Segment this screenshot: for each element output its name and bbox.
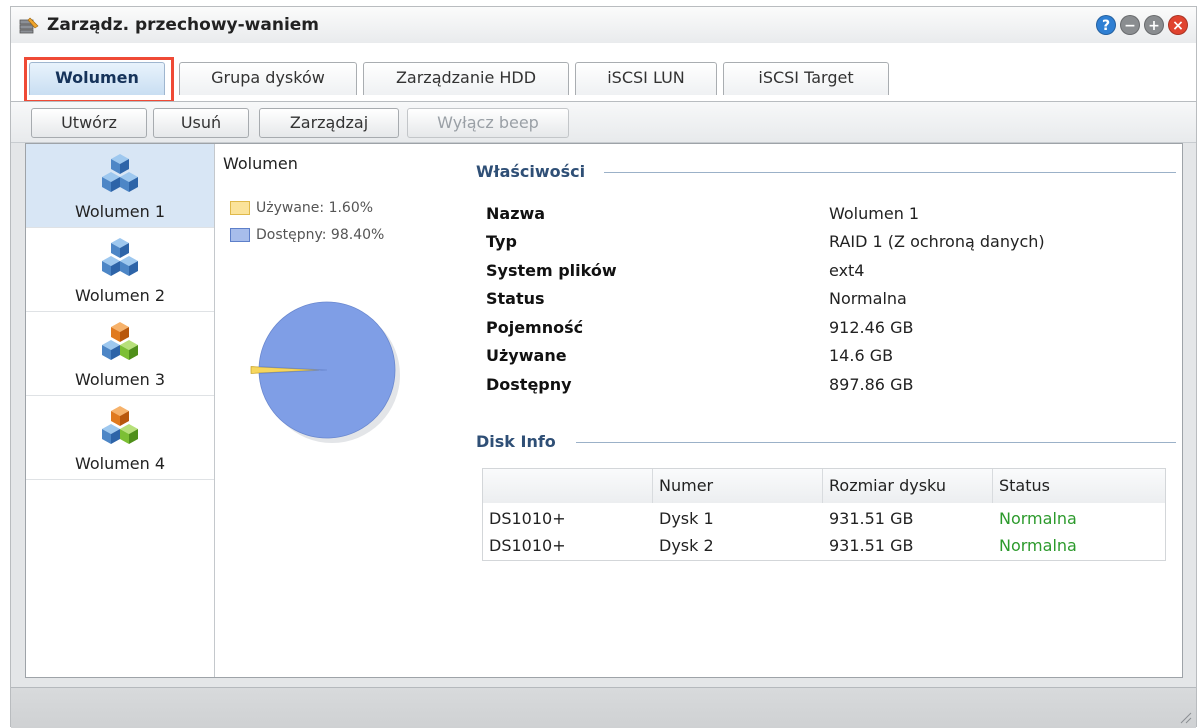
prop-val-dostepny: 897.86 GB [829, 375, 914, 394]
prop-key-pojemnosc: Pojemność [486, 318, 584, 337]
status-bar [11, 687, 1196, 728]
prop-val-typ: RAID 1 (Z ochroną danych) [829, 232, 1045, 251]
prop-key-system-plikow: System plików [486, 261, 617, 280]
blue-cubes-icon [102, 154, 138, 192]
prop-val-uzywane: 14.6 GB [829, 346, 894, 365]
cell-status: Normalna [999, 509, 1077, 528]
cell-device: DS1010+ [489, 536, 566, 555]
legend-swatch-used [230, 201, 250, 215]
prop-key-status: Status [486, 289, 545, 308]
legend-swatch-free [230, 228, 250, 242]
legend-used: Używane: 1.60% [230, 200, 373, 216]
volume-label-2: Wolumen 2 [74, 286, 166, 305]
cell-device: DS1010+ [489, 509, 566, 528]
volume-label-3: Wolumen 3 [74, 370, 166, 389]
highlight-annotation [24, 57, 174, 103]
properties-section-title: Właściwości [476, 162, 586, 181]
toolbar: Utwórz Usuń Zarządzaj Wyłącz beep [11, 101, 1196, 143]
prop-val-status: Normalna [829, 289, 907, 308]
table-header-rozmiar[interactable]: Rozmiar dysku [823, 469, 993, 503]
manage-button[interactable]: Zarządzaj [259, 108, 399, 138]
prop-val-pojemnosc: 912.46 GB [829, 318, 914, 337]
prop-key-typ: Typ [486, 232, 517, 251]
cell-size: 931.51 GB [829, 509, 914, 528]
content-panel: Wolumen 1 Wolumen 2 Wolumen 3 Wolumen 4 … [25, 143, 1183, 678]
minimize-icon[interactable]: − [1120, 15, 1140, 35]
table-header-status[interactable]: Status [993, 469, 1165, 503]
volume-label-4: Wolumen 4 [74, 454, 166, 473]
storage-manager-icon [19, 17, 39, 34]
usage-pie-chart [250, 301, 400, 443]
tab-grupa-dyskow[interactable]: Grupa dysków [179, 62, 357, 95]
window-title: Zarządz. przechowy-waniem [47, 15, 320, 35]
disk-info-section-title: Disk Info [476, 432, 556, 451]
prop-val-nazwa: Wolumen 1 [829, 204, 920, 223]
properties-divider [604, 172, 1176, 173]
color-cubes-icon [102, 322, 138, 360]
volume-label-1: Wolumen 1 [74, 202, 166, 221]
volume-list: Wolumen 1 Wolumen 2 Wolumen 3 Wolumen 4 [26, 144, 215, 677]
prop-val-system-plikow: ext4 [829, 261, 865, 280]
volume-item-4[interactable]: Wolumen 4 [26, 396, 214, 480]
tab-iscsi-lun[interactable]: iSCSI LUN [575, 62, 717, 95]
prop-key-nazwa: Nazwa [486, 204, 546, 223]
disable-beep-button[interactable]: Wyłącz beep [407, 108, 569, 138]
volume-item-3[interactable]: Wolumen 3 [26, 312, 214, 396]
table-row[interactable]: DS1010+ Dysk 2 931.51 GB Normalna [483, 531, 1165, 559]
properties-panel: Właściwości Nazwa Wolumen 1 Typ RAID 1 (… [476, 144, 1176, 677]
cell-number: Dysk 1 [659, 509, 714, 528]
cell-status: Normalna [999, 536, 1077, 555]
storage-manager-window: Zarządz. przechowy-waniem ? − + × Wolume… [10, 6, 1197, 728]
prop-key-dostepny: Dostępny [486, 375, 572, 394]
tab-zarzadzanie-hdd[interactable]: Zarządzanie HDD [363, 62, 569, 95]
tab-iscsi-target[interactable]: iSCSI Target [723, 62, 889, 95]
color-cubes-icon [102, 406, 138, 444]
disk-info-table: Numer Rozmiar dysku Status DS1010+ Dysk … [482, 468, 1166, 561]
legend-used-label: Używane: 1.60% [256, 200, 374, 216]
prop-key-uzywane: Używane [486, 346, 567, 365]
resize-grip-icon[interactable] [1178, 710, 1192, 724]
create-button[interactable]: Utwórz [31, 108, 147, 138]
table-header-numer[interactable]: Numer [653, 469, 823, 503]
disk-info-divider [576, 442, 1176, 443]
tab-bar: Wolumen Grupa dysków Zarządzanie HDD iSC… [11, 43, 1196, 101]
legend-free-label: Dostępny: 98.40% [256, 227, 385, 243]
usage-chart-panel: Wolumen Używane: 1.60% Dostępny: 98.40% [215, 144, 455, 677]
table-row[interactable]: DS1010+ Dysk 1 931.51 GB Normalna [483, 503, 1165, 531]
cell-number: Dysk 2 [659, 536, 714, 555]
title-bar[interactable]: Zarządz. przechowy-waniem ? − + × [11, 7, 1196, 44]
window-controls: ? − + × [1096, 15, 1188, 35]
volume-item-1[interactable]: Wolumen 1 [26, 144, 214, 228]
delete-button[interactable]: Usuń [153, 108, 249, 138]
volume-item-2[interactable]: Wolumen 2 [26, 228, 214, 312]
legend-free: Dostępny: 98.40% [230, 227, 384, 243]
table-header-device[interactable] [483, 469, 653, 503]
chart-title: Wolumen [223, 154, 298, 173]
cell-size: 931.51 GB [829, 536, 914, 555]
close-icon[interactable]: × [1168, 15, 1188, 35]
blue-cubes-icon [102, 238, 138, 276]
maximize-icon[interactable]: + [1144, 15, 1164, 35]
help-icon[interactable]: ? [1096, 15, 1116, 35]
